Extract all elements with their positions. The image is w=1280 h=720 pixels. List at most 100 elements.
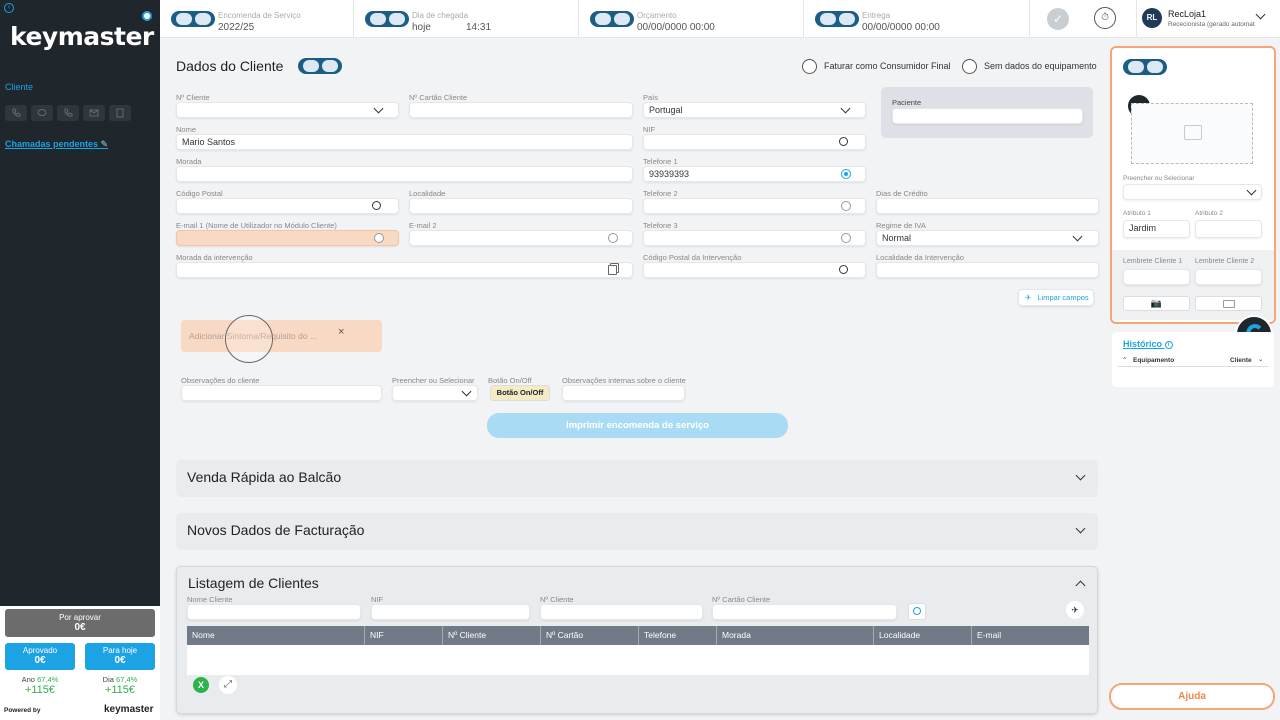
novos-dados-section[interactable]: Novos Dados de Facturação xyxy=(176,513,1098,550)
n-cartao-field[interactable] xyxy=(409,102,633,118)
email2-radio[interactable] xyxy=(608,233,618,243)
dia-label: Dia xyxy=(102,675,114,684)
col-localidade[interactable]: Localidade xyxy=(873,626,971,645)
col-telefone[interactable]: Telefone xyxy=(638,626,716,645)
nome-cliente-filter[interactable] xyxy=(187,604,361,620)
nif-search-icon[interactable] xyxy=(839,137,848,146)
dias-credito-field[interactable] xyxy=(876,198,1099,214)
col-email[interactable]: E-mail xyxy=(971,626,1089,645)
cp-intervencao-search-icon[interactable] xyxy=(839,265,848,274)
copy-icon[interactable] xyxy=(608,265,617,275)
powered-logo: keymaster xyxy=(104,704,154,715)
venda-rapida-section[interactable]: Venda Rápida ao Balcão xyxy=(176,460,1098,497)
ajuda-button[interactable]: Ajuda xyxy=(1109,683,1275,710)
localidade-intervencao-label: Localidade da Intervenção xyxy=(876,253,964,262)
telefone3-radio[interactable] xyxy=(841,233,851,243)
cp-intervencao-field[interactable] xyxy=(643,262,866,278)
gallery-button[interactable] xyxy=(1195,296,1262,311)
faturar-radio[interactable] xyxy=(802,59,817,74)
por-aprovar-value: 0€ xyxy=(74,622,86,633)
obs-internas-field[interactable] xyxy=(562,385,685,401)
regime-iva-select[interactable]: Normal xyxy=(876,230,1099,246)
paciente-field[interactable] xyxy=(892,108,1083,124)
email1-field[interactable] xyxy=(176,230,399,246)
camera-button[interactable]: 📷 xyxy=(1123,296,1190,311)
paciente-label: Paciente xyxy=(892,98,922,107)
col-n-cartao[interactable]: Nº Cartão xyxy=(540,626,638,645)
localidade-field[interactable] xyxy=(409,198,633,214)
dia-stat: Dia 67,4% +115€ xyxy=(85,675,155,696)
toggle-left-icon xyxy=(302,60,319,72)
atributo1-field[interactable]: Jardim xyxy=(1123,220,1190,238)
novos-dados-chevron-icon[interactable] xyxy=(1075,523,1086,534)
morada-intervencao-field[interactable] xyxy=(176,262,633,278)
email1-radio[interactable] xyxy=(374,233,384,243)
nome-field[interactable]: Mario Santos xyxy=(176,134,633,150)
atributo2-field[interactable] xyxy=(1195,220,1262,238)
dias-credito-label: Dias de Crédito xyxy=(876,189,928,198)
cp-search-icon[interactable] xyxy=(372,201,381,210)
image-placeholder[interactable] xyxy=(1131,103,1253,164)
historico-link[interactable]: Histórico i xyxy=(1123,339,1173,349)
nif-field[interactable] xyxy=(643,134,866,150)
panel-preencher-label: Preencher ou Selecionar xyxy=(1123,175,1195,182)
listagem-clear-button[interactable]: ✈ xyxy=(1066,601,1084,619)
col-nome[interactable]: Nome xyxy=(187,626,364,645)
botao-toggle[interactable]: Botão On/Off xyxy=(490,385,550,401)
nif-filter-label: NIF xyxy=(371,595,384,604)
limpar-label: Limpar campos xyxy=(1037,293,1089,302)
panel-toggle[interactable] xyxy=(1123,59,1167,75)
sintoma-input[interactable]: Adicionar Sintoma/Requisito do ... xyxy=(181,320,382,352)
sem-dados-radio[interactable] xyxy=(962,59,977,74)
codigo-postal-field[interactable] xyxy=(176,198,399,214)
lembrete1-field[interactable] xyxy=(1123,269,1190,285)
expand-icon[interactable]: ⤢ xyxy=(219,676,237,694)
telefone2-radio[interactable] xyxy=(841,201,851,211)
cp-intervencao-label: Código Postal da Intervenção xyxy=(643,253,742,262)
no-image-icon xyxy=(1184,125,1202,140)
venda-rapida-title: Venda Rápida ao Balcão xyxy=(187,469,342,485)
lembrete2-field[interactable] xyxy=(1195,269,1262,285)
venda-rapida-chevron-icon[interactable] xyxy=(1075,470,1086,481)
panel-preencher-select[interactable] xyxy=(1123,184,1262,200)
sort-down-icon[interactable]: ⌄ xyxy=(1258,355,1263,363)
equipamento-label[interactable]: Equipamento xyxy=(1133,357,1174,364)
faturar-label: Faturar como Consumidor Final xyxy=(824,61,951,71)
telefone2-field[interactable] xyxy=(643,198,866,214)
n-cartao-filter[interactable] xyxy=(712,604,897,620)
novos-dados-title: Novos Dados de Facturação xyxy=(187,522,365,538)
n-cliente-filter[interactable] xyxy=(540,604,703,620)
para-hoje-label: Para hoje xyxy=(102,646,138,655)
info-icon: i xyxy=(1164,340,1173,349)
email2-field[interactable] xyxy=(409,230,633,246)
cursor-indicator xyxy=(225,315,273,363)
historico-label[interactable]: Histórico xyxy=(1123,339,1162,349)
imprimir-button[interactable]: Imprimir encomenda de serviço xyxy=(487,413,788,438)
listagem-search-button[interactable] xyxy=(908,603,926,620)
listagem-chevron-icon[interactable] xyxy=(1075,580,1086,591)
telefone1-field[interactable]: 93939393 xyxy=(643,166,866,182)
localidade-intervencao-field[interactable] xyxy=(876,262,1099,278)
morada-field[interactable] xyxy=(176,166,633,182)
pais-select[interactable]: Portugal xyxy=(643,102,866,118)
col-morada[interactable]: Morada xyxy=(716,626,873,645)
observacoes-field[interactable] xyxy=(181,385,382,401)
excel-icon[interactable]: X xyxy=(193,677,209,693)
telefone1-label: Telefone 1 xyxy=(643,157,678,166)
cliente-col-label[interactable]: Cliente xyxy=(1230,357,1252,364)
col-nif[interactable]: NIF xyxy=(364,626,442,645)
title-toggle[interactable] xyxy=(298,58,342,74)
telefone3-field[interactable] xyxy=(643,230,866,246)
limpar-button[interactable]: ✈ Limpar campos xyxy=(1018,289,1094,306)
por-aprovar-box: Por aprovar 0€ xyxy=(5,609,155,637)
telefone1-radio[interactable] xyxy=(841,169,851,179)
user-menu-chevron-icon[interactable] xyxy=(1255,9,1266,20)
col-n-cliente[interactable]: Nº Cliente xyxy=(442,626,540,645)
user-name: RecLoja1 xyxy=(1168,9,1207,19)
n-cliente-select[interactable] xyxy=(176,102,399,118)
n-cliente-filter-label: Nº Cliente xyxy=(540,595,574,604)
avatar[interactable]: RL xyxy=(1142,8,1162,28)
sort-up-icon[interactable]: ⌃ xyxy=(1122,356,1127,364)
sintoma-close-icon[interactable]: × xyxy=(338,326,344,338)
nif-filter[interactable] xyxy=(371,604,530,620)
